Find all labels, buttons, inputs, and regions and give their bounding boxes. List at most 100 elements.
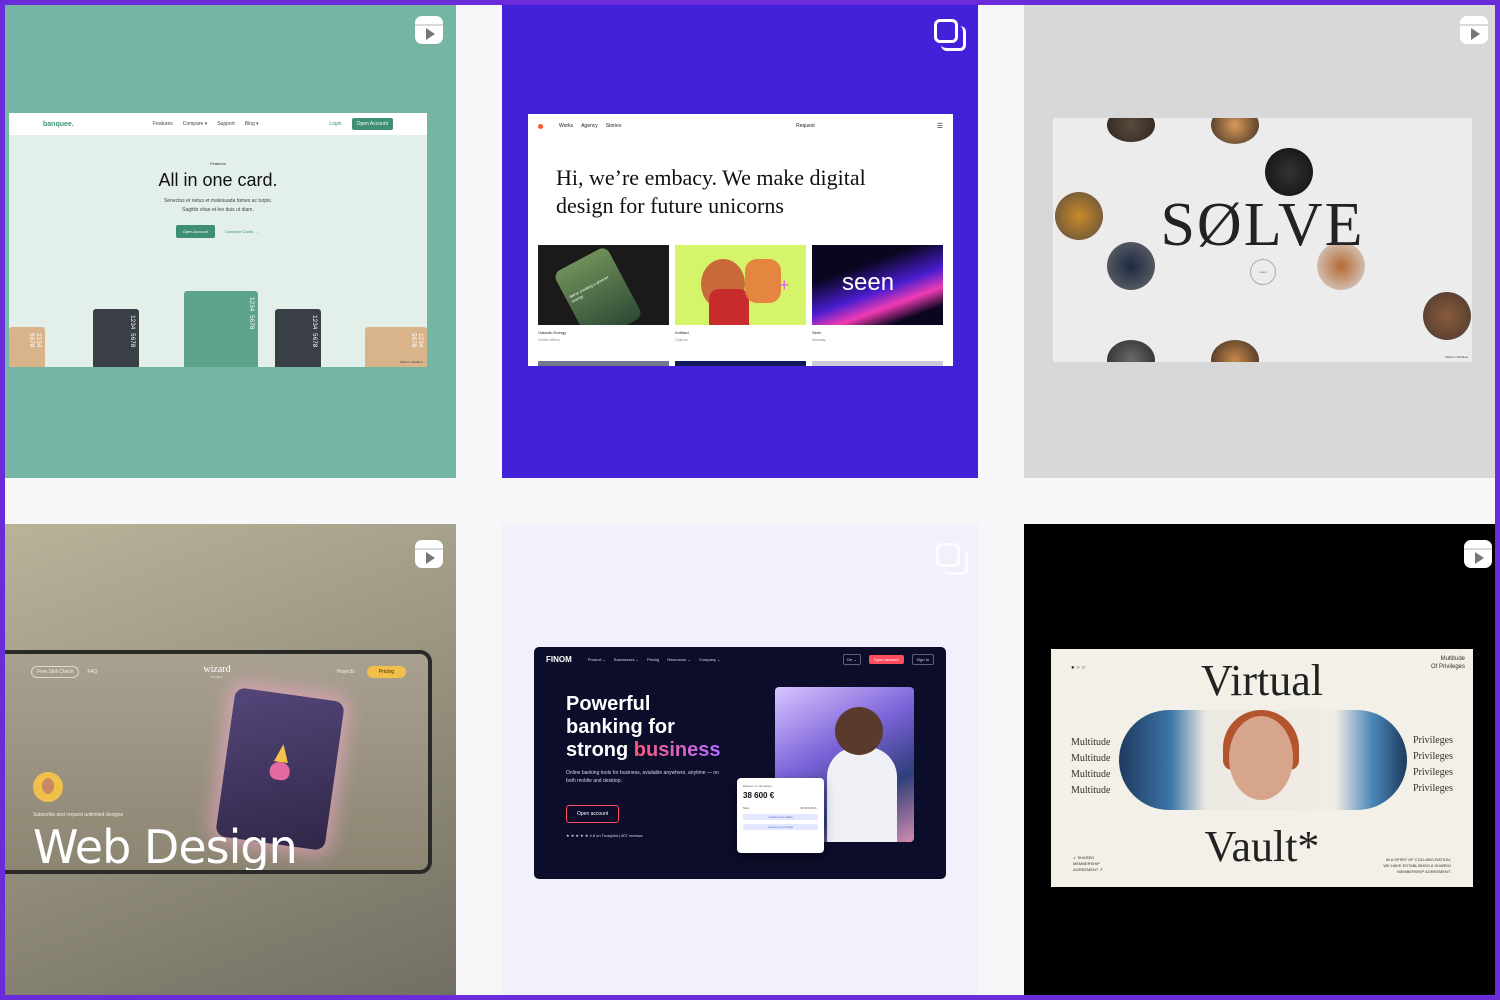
nav-item: Businesses ⌄ bbox=[614, 657, 639, 662]
headline: Web Design bbox=[33, 820, 298, 874]
nav-item: Support bbox=[217, 121, 235, 127]
work-location: Cyprus bbox=[675, 337, 688, 342]
chair-circle bbox=[1107, 340, 1155, 362]
nav-item: Company ⌄ bbox=[698, 657, 721, 662]
menu-icon: ☰ bbox=[936, 123, 943, 130]
reel-icon bbox=[1460, 16, 1488, 44]
lamp-circle bbox=[1211, 340, 1259, 362]
phone-image: We're creating a greener energy bbox=[538, 245, 669, 325]
nav-item: Works bbox=[559, 123, 574, 129]
hero-ctas: Open Account Compare Cards → bbox=[9, 225, 427, 238]
embacy-screenshot: Works Agency Stories Request ☰ Hi, we’re… bbox=[528, 114, 953, 366]
kid-image: + bbox=[675, 245, 806, 325]
lamp-circle bbox=[1211, 118, 1259, 144]
trustpilot-rating: ★ ★ ★ ★ ★ 4.8 on Trustpilot | 607 review… bbox=[566, 833, 643, 838]
footer-right: IN A SPIRIT OF COLLABO-RATION, WE HAVE E… bbox=[1383, 857, 1451, 874]
work-card: We're creating a greener energy Galactic… bbox=[538, 245, 669, 342]
pricing-button: Pricing bbox=[366, 665, 406, 678]
finom-body: Online banking tools for business, avail… bbox=[566, 770, 719, 784]
nav-item: Blog ▾ bbox=[244, 121, 259, 127]
seen-image: seen bbox=[812, 245, 943, 325]
chair-circle bbox=[1107, 118, 1155, 142]
solve-screenshot: SØLVE menu Made in Webflow bbox=[1053, 118, 1472, 362]
work-card: seen Seen Norway bbox=[812, 245, 943, 342]
language-select: De ⌄ bbox=[843, 654, 861, 665]
work-title: Seen bbox=[812, 330, 822, 335]
nav-item: Features bbox=[153, 121, 173, 127]
subtitle: Subscribe and request unlimited designs bbox=[33, 812, 124, 818]
nav-item: Agency bbox=[581, 123, 598, 129]
request-link: Request bbox=[796, 123, 815, 129]
post-wizard[interactable]: Free Skill Check FAQ wizard WORK Projects… bbox=[5, 524, 456, 995]
post-embacy[interactable]: Works Agency Stories Request ☰ Hi, we’re… bbox=[502, 5, 978, 478]
cta-primary: Open Account bbox=[175, 225, 215, 238]
reel-icon bbox=[1464, 540, 1492, 568]
reel-icon bbox=[415, 16, 443, 44]
work-location: South Africa bbox=[538, 337, 560, 342]
work-title: Galactic Energy bbox=[538, 330, 567, 335]
open-account-button: Open Account bbox=[351, 118, 393, 130]
webflow-badge: Made in Webflow bbox=[400, 360, 423, 364]
open-account-button: Open account bbox=[868, 655, 904, 664]
nav-item: Product ⌄ bbox=[587, 657, 607, 662]
finom-nav: FINOM Product ⌄ Businesses ⌄ Pricing Res… bbox=[534, 647, 946, 672]
login-link: Login bbox=[329, 121, 342, 127]
sign-in-button: Sign In bbox=[911, 654, 934, 665]
nav-item: Compare ▾ bbox=[182, 121, 208, 127]
finom-logo: FINOM bbox=[546, 655, 572, 664]
reel-icon bbox=[415, 540, 443, 568]
nav-item: Pricing bbox=[646, 657, 660, 662]
webflow-badge: Made in Webflow bbox=[1445, 355, 1468, 359]
card-tan-left: 1234 5678 bbox=[9, 327, 45, 367]
room-circle bbox=[1423, 292, 1471, 340]
work-location: Norway bbox=[812, 337, 826, 342]
carousel-icon bbox=[934, 19, 966, 51]
wizard-screenshot: Free Skill Check FAQ wizard WORK Projects… bbox=[5, 650, 432, 874]
embacy-nav: Works Agency Stories Request ☰ bbox=[528, 114, 953, 130]
portrait-band bbox=[1119, 710, 1407, 810]
nav-item: Stories bbox=[605, 123, 622, 129]
finom-screenshot: FINOM Product ⌄ Businesses ⌄ Pricing Res… bbox=[534, 647, 946, 879]
banquee-logo: banquee. bbox=[43, 120, 74, 128]
work-title: Kotllard bbox=[675, 330, 689, 335]
left-word-stack: Multitude Multitude Multitude Multitude bbox=[1071, 737, 1111, 796]
post-virtual-vault[interactable]: ● ○ ○ Multitude Of Privileges Virtual Mu… bbox=[1024, 524, 1495, 995]
embacy-headline: Hi, we’re embacy. We make digital design… bbox=[556, 165, 866, 218]
cta-secondary: Compare Cards → bbox=[224, 229, 259, 234]
post-finom[interactable]: FINOM Product ⌄ Businesses ⌄ Pricing Res… bbox=[502, 524, 978, 995]
plus-icon: + bbox=[779, 275, 790, 295]
hero-title: All in one card. bbox=[158, 170, 278, 190]
hero-body: Senectus et netus et malesuada fames ac … bbox=[163, 198, 273, 213]
footer-left: ↙ SHARED MEMBERSHIP AGREEMENT ↗ bbox=[1073, 855, 1103, 872]
work-card: + Kotllard Cyprus bbox=[675, 245, 806, 342]
card-dark: 1234 5678 bbox=[275, 309, 321, 367]
grid-container: banquee. Features Compare ▾ Support Blog… bbox=[5, 5, 1495, 995]
solve-wordmark: SØLVE bbox=[1160, 191, 1365, 259]
eyebrow: Features bbox=[210, 161, 226, 166]
wizard-logo: wizard WORK bbox=[203, 664, 231, 679]
post-solve[interactable]: SØLVE menu Made in Webflow bbox=[1024, 5, 1495, 478]
menu-ring: menu bbox=[1250, 259, 1276, 285]
finom-headline: Powerful banking for strong business bbox=[566, 693, 721, 761]
banquee-screenshot: banquee. Features Compare ▾ Support Blog… bbox=[9, 113, 427, 367]
chair-circle bbox=[1265, 148, 1313, 196]
nav-item: Resources ⌄ bbox=[667, 657, 691, 662]
projects-link: Projects bbox=[336, 668, 355, 675]
card-dark: 1234 5678 bbox=[93, 309, 139, 367]
avatar bbox=[33, 772, 63, 802]
right-word-stack: Privileges Privileges Privileges Privile… bbox=[1413, 735, 1453, 794]
faq-link: FAQ bbox=[87, 668, 98, 675]
virtual-title: Virtual bbox=[1201, 656, 1323, 705]
balance-card: Balance on all wallets 38 600 € Main 38 6… bbox=[737, 778, 824, 853]
post-banquee[interactable]: banquee. Features Compare ▾ Support Blog… bbox=[5, 5, 456, 478]
carousel-icon bbox=[936, 543, 968, 575]
seen-logo: seen bbox=[842, 269, 895, 296]
phone-screen: We're creating a greener energy bbox=[552, 245, 644, 325]
banquee-nav: banquee. Features Compare ▾ Support Blog… bbox=[9, 113, 427, 135]
card-green: 1234 5678 bbox=[184, 291, 258, 367]
skill-check-pill: Free Skill Check bbox=[31, 665, 80, 678]
work-grid: We're creating a greener energy Galactic… bbox=[538, 245, 943, 342]
vault-screenshot: ● ○ ○ Multitude Of Privileges Virtual Mu… bbox=[1051, 649, 1473, 887]
wizard-icon bbox=[263, 742, 298, 784]
open-account-cta: Open account bbox=[566, 805, 620, 823]
